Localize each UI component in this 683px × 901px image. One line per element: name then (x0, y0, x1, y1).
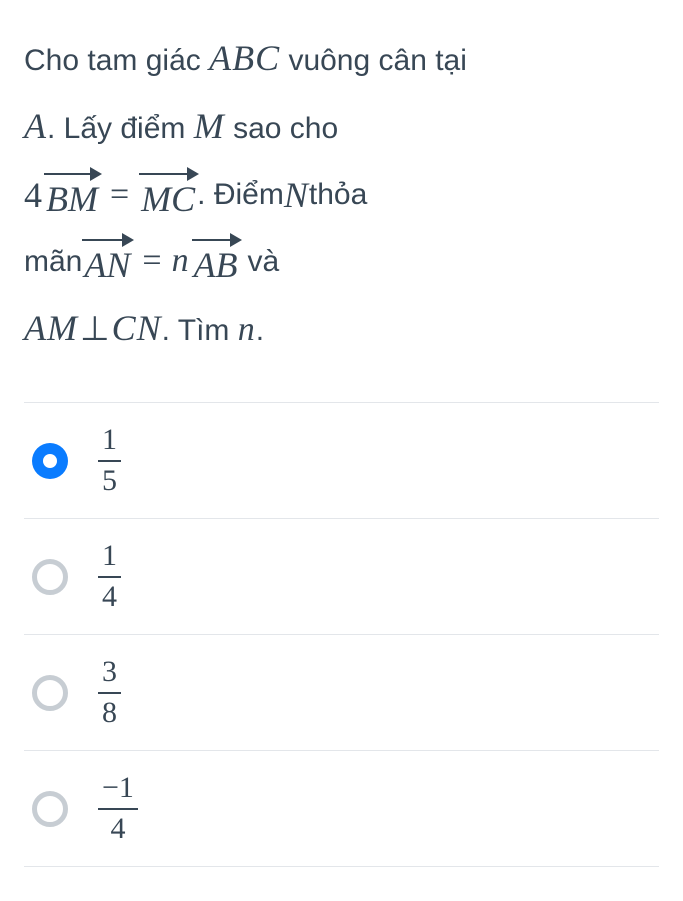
perpendicular-symbol: ⊥ (78, 311, 112, 348)
answer-option-1[interactable]: 1 5 (24, 402, 659, 518)
question-segment: . Lấy điểm (47, 112, 194, 145)
answer-option-3[interactable]: 3 8 (24, 634, 659, 750)
fraction: 1 4 (98, 539, 121, 614)
math-var-abc: ABC (209, 38, 280, 78)
question-segment: mãn (24, 233, 82, 290)
fraction-numerator: 3 (98, 655, 121, 692)
question-text: Cho tam giác ABC vuông cân tại A. Lấy đi… (24, 24, 659, 362)
fraction-numerator: −1 (98, 771, 138, 808)
vector-mc: MC (139, 173, 197, 217)
radio-unselected-icon[interactable] (32, 791, 68, 827)
question-segment: vuông cân tại (288, 44, 466, 77)
math-var-m: M (194, 106, 225, 146)
question-segment: và (248, 233, 280, 290)
question-segment: . Điểm (197, 166, 284, 223)
math-coef-4: 4 (24, 161, 42, 229)
math-var-cn: CN (112, 308, 162, 348)
vector-arrow-icon (44, 173, 100, 175)
question-segment: Cho tam giác (24, 44, 209, 77)
equals-sign: = (132, 229, 171, 294)
vector-arrow-icon (139, 173, 197, 175)
vector-arrow-icon (82, 239, 132, 241)
math-var-a: A (24, 106, 47, 146)
equals-sign: = (100, 163, 139, 228)
fraction-denominator: 5 (98, 460, 121, 499)
math-var-n-upper: N (284, 161, 309, 229)
question-segment: . Tìm (162, 314, 238, 347)
answer-option-4[interactable]: −1 4 (24, 750, 659, 867)
math-var-am: AM (24, 308, 78, 348)
radio-selected-icon[interactable] (32, 443, 68, 479)
math-var-n: n (238, 311, 256, 348)
math-var-n-coef: n (172, 229, 190, 294)
vector-ab: AB (192, 239, 240, 283)
question-segment: thỏa (309, 166, 367, 223)
fraction-numerator: 1 (98, 539, 121, 576)
radio-unselected-icon[interactable] (32, 559, 68, 595)
fraction-denominator: 8 (98, 692, 121, 731)
fraction: −1 4 (98, 771, 138, 846)
vector-an: AN (82, 239, 132, 283)
fraction-denominator: 4 (98, 576, 121, 615)
radio-unselected-icon[interactable] (32, 675, 68, 711)
answer-options: 1 5 1 4 3 8 −1 4 (24, 402, 659, 867)
answer-option-2[interactable]: 1 4 (24, 518, 659, 634)
question-segment: sao cho (225, 112, 338, 145)
vector-bm: BM (44, 173, 100, 217)
fraction: 3 8 (98, 655, 121, 730)
vector-arrow-icon (192, 239, 240, 241)
fraction: 1 5 (98, 423, 121, 498)
fraction-denominator: 4 (98, 808, 138, 847)
question-segment: . (256, 314, 264, 347)
fraction-numerator: 1 (98, 423, 121, 460)
